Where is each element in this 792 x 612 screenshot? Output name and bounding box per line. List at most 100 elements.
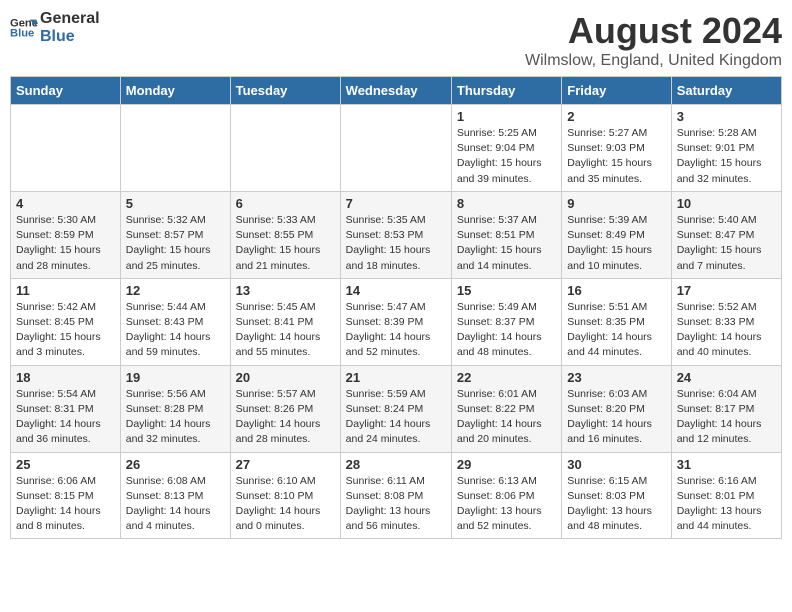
calendar-cell: 31 Sunrise: 6:16 AM Sunset: 8:01 PM Dayli… (671, 452, 781, 539)
weekday-header-sunday: Sunday (11, 77, 121, 105)
day-number: 12 (126, 283, 225, 298)
calendar-cell: 28Sunrise: 6:11 AM Sunset: 8:08 PM Dayli… (340, 452, 451, 539)
calendar-cell: 13 Sunrise: 5:45 AM Sunset: 8:41 PM Dayli… (230, 278, 340, 365)
calendar-cell: 10Sunrise: 5:40 AM Sunset: 8:47 PM Dayli… (671, 191, 781, 278)
day-number: 28 (346, 457, 446, 472)
calendar-cell: 29 Sunrise: 6:13 AM Sunset: 8:06 PM Dayli… (451, 452, 561, 539)
day-number: 7 (346, 196, 446, 211)
day-info: Sunrise: 5:59 AM Sunset: 8:24 PM Dayligh… (346, 387, 446, 448)
day-number: 22 (457, 370, 556, 385)
logo: General Blue General Blue (10, 10, 100, 45)
weekday-header-saturday: Saturday (671, 77, 781, 105)
day-info: Sunrise: 6:04 AM Sunset: 8:17 PM Dayligh… (677, 387, 776, 448)
day-info: Sunrise: 6:03 AM Sunset: 8:20 PM Dayligh… (567, 387, 665, 448)
calendar-cell (11, 105, 121, 192)
day-info: Sunrise: 6:13 AM Sunset: 8:06 PM Dayligh… (457, 474, 556, 535)
day-info: Sunrise: 5:28 AM Sunset: 9:01 PM Dayligh… (677, 126, 776, 187)
day-info: Sunrise: 6:16 AM Sunset: 8:01 PM Dayligh… (677, 474, 776, 535)
day-number: 27 (236, 457, 335, 472)
day-info: Sunrise: 5:45 AM Sunset: 8:41 PM Dayligh… (236, 300, 335, 361)
calendar-cell: 30 Sunrise: 6:15 AM Sunset: 8:03 PM Dayli… (562, 452, 671, 539)
calendar-cell: 5 Sunrise: 5:32 AM Sunset: 8:57 PM Daylig… (120, 191, 230, 278)
day-number: 19 (126, 370, 225, 385)
day-number: 25 (16, 457, 115, 472)
day-info: Sunrise: 6:15 AM Sunset: 8:03 PM Dayligh… (567, 474, 665, 535)
calendar-table: SundayMondayTuesdayWednesdayThursdayFrid… (10, 76, 782, 539)
day-info: Sunrise: 5:40 AM Sunset: 8:47 PM Dayligh… (677, 213, 776, 274)
svg-text:Blue: Blue (10, 27, 34, 39)
day-number: 29 (457, 457, 556, 472)
day-number: 5 (126, 196, 225, 211)
calendar-cell: 23 Sunrise: 6:03 AM Sunset: 8:20 PM Dayli… (562, 365, 671, 452)
day-info: Sunrise: 5:32 AM Sunset: 8:57 PM Dayligh… (126, 213, 225, 274)
day-info: Sunrise: 5:25 AM Sunset: 9:04 PM Dayligh… (457, 126, 556, 187)
day-info: Sunrise: 5:30 AM Sunset: 8:59 PM Dayligh… (16, 213, 115, 274)
calendar-cell: 16Sunrise: 5:51 AM Sunset: 8:35 PM Dayli… (562, 278, 671, 365)
calendar-title: August 2024 (525, 10, 782, 52)
day-number: 23 (567, 370, 665, 385)
day-info: Sunrise: 5:33 AM Sunset: 8:55 PM Dayligh… (236, 213, 335, 274)
weekday-header-tuesday: Tuesday (230, 77, 340, 105)
day-number: 24 (677, 370, 776, 385)
day-number: 21 (346, 370, 446, 385)
calendar-cell: 12Sunrise: 5:44 AM Sunset: 8:43 PM Dayli… (120, 278, 230, 365)
weekday-header-wednesday: Wednesday (340, 77, 451, 105)
calendar-cell: 26 Sunrise: 6:08 AM Sunset: 8:13 PM Dayli… (120, 452, 230, 539)
day-number: 2 (567, 109, 665, 124)
day-number: 11 (16, 283, 115, 298)
logo-icon: General Blue (10, 14, 38, 42)
calendar-cell: 1 Sunrise: 5:25 AM Sunset: 9:04 PM Daylig… (451, 105, 561, 192)
day-info: Sunrise: 5:49 AM Sunset: 8:37 PM Dayligh… (457, 300, 556, 361)
calendar-cell: 18 Sunrise: 5:54 AM Sunset: 8:31 PM Dayli… (11, 365, 121, 452)
calendar-cell (120, 105, 230, 192)
day-info: Sunrise: 5:54 AM Sunset: 8:31 PM Dayligh… (16, 387, 115, 448)
day-number: 31 (677, 457, 776, 472)
day-number: 6 (236, 196, 335, 211)
calendar-cell: 20Sunrise: 5:57 AM Sunset: 8:26 PM Dayli… (230, 365, 340, 452)
page-header: General Blue General Blue August 2024 Wi… (10, 10, 782, 70)
calendar-cell: 9Sunrise: 5:39 AM Sunset: 8:49 PM Daylig… (562, 191, 671, 278)
day-info: Sunrise: 5:42 AM Sunset: 8:45 PM Dayligh… (16, 300, 115, 361)
calendar-cell: 21 Sunrise: 5:59 AM Sunset: 8:24 PM Dayli… (340, 365, 451, 452)
day-number: 1 (457, 109, 556, 124)
day-number: 26 (126, 457, 225, 472)
day-number: 20 (236, 370, 335, 385)
calendar-cell: 14Sunrise: 5:47 AM Sunset: 8:39 PM Dayli… (340, 278, 451, 365)
day-number: 30 (567, 457, 665, 472)
day-number: 4 (16, 196, 115, 211)
day-number: 13 (236, 283, 335, 298)
day-number: 9 (567, 196, 665, 211)
calendar-cell: 17Sunrise: 5:52 AM Sunset: 8:33 PM Dayli… (671, 278, 781, 365)
day-info: Sunrise: 5:27 AM Sunset: 9:03 PM Dayligh… (567, 126, 665, 187)
day-number: 16 (567, 283, 665, 298)
calendar-cell: 3Sunrise: 5:28 AM Sunset: 9:01 PM Daylig… (671, 105, 781, 192)
calendar-week-4: 18 Sunrise: 5:54 AM Sunset: 8:31 PM Dayli… (11, 365, 782, 452)
calendar-cell: 2 Sunrise: 5:27 AM Sunset: 9:03 PM Daylig… (562, 105, 671, 192)
day-info: Sunrise: 5:56 AM Sunset: 8:28 PM Dayligh… (126, 387, 225, 448)
calendar-week-5: 25Sunrise: 6:06 AM Sunset: 8:15 PM Dayli… (11, 452, 782, 539)
calendar-cell: 7 Sunrise: 5:35 AM Sunset: 8:53 PM Daylig… (340, 191, 451, 278)
calendar-cell: 11 Sunrise: 5:42 AM Sunset: 8:45 PM Dayli… (11, 278, 121, 365)
day-number: 15 (457, 283, 556, 298)
calendar-week-1: 1 Sunrise: 5:25 AM Sunset: 9:04 PM Daylig… (11, 105, 782, 192)
calendar-header-row: SundayMondayTuesdayWednesdayThursdayFrid… (11, 77, 782, 105)
calendar-cell: 25Sunrise: 6:06 AM Sunset: 8:15 PM Dayli… (11, 452, 121, 539)
logo-blue-text: Blue (40, 28, 100, 46)
day-number: 18 (16, 370, 115, 385)
calendar-location: Wilmslow, England, United Kingdom (525, 52, 782, 70)
calendar-cell: 6 Sunrise: 5:33 AM Sunset: 8:55 PM Daylig… (230, 191, 340, 278)
calendar-cell: 22Sunrise: 6:01 AM Sunset: 8:22 PM Dayli… (451, 365, 561, 452)
calendar-cell: 4 Sunrise: 5:30 AM Sunset: 8:59 PM Daylig… (11, 191, 121, 278)
day-number: 14 (346, 283, 446, 298)
logo-general-text: General (40, 10, 100, 28)
calendar-cell: 27 Sunrise: 6:10 AM Sunset: 8:10 PM Dayli… (230, 452, 340, 539)
calendar-cell (340, 105, 451, 192)
weekday-header-friday: Friday (562, 77, 671, 105)
day-info: Sunrise: 5:35 AM Sunset: 8:53 PM Dayligh… (346, 213, 446, 274)
calendar-week-2: 4 Sunrise: 5:30 AM Sunset: 8:59 PM Daylig… (11, 191, 782, 278)
calendar-cell: 24 Sunrise: 6:04 AM Sunset: 8:17 PM Dayli… (671, 365, 781, 452)
day-info: Sunrise: 6:10 AM Sunset: 8:10 PM Dayligh… (236, 474, 335, 535)
day-number: 17 (677, 283, 776, 298)
weekday-header-monday: Monday (120, 77, 230, 105)
day-info: Sunrise: 6:08 AM Sunset: 8:13 PM Dayligh… (126, 474, 225, 535)
